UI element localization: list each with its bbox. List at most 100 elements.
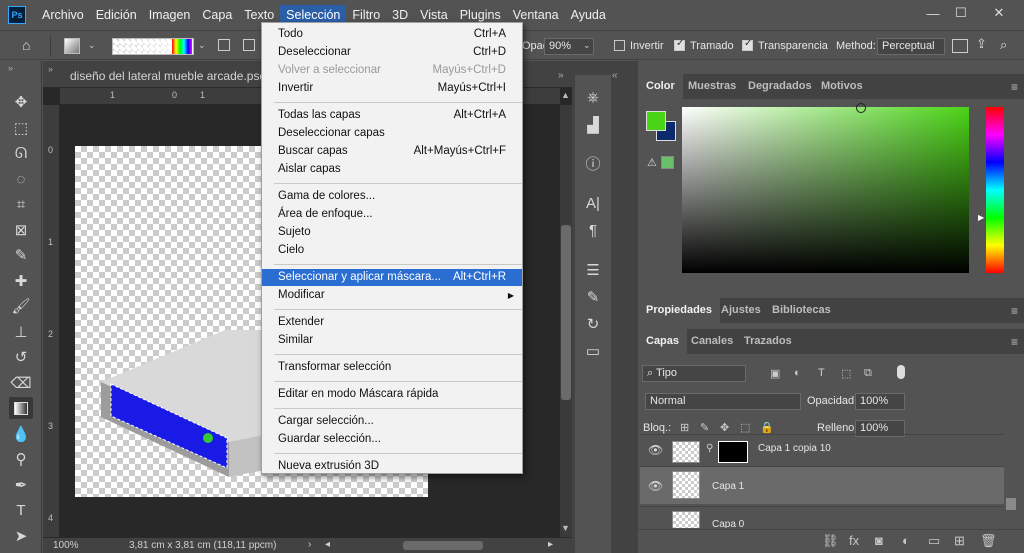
move-tool-icon[interactable]: ✥ [9, 91, 33, 113]
menu-item-buscar-capas[interactable]: Buscar capas Alt+Mayús+Ctrl+F [262, 143, 522, 160]
navigator-icon[interactable]: ⎈ [583, 87, 603, 107]
panel-menu-icon[interactable]: ≡ [1011, 335, 1018, 349]
tab-paths[interactable]: Trazados [744, 329, 792, 354]
menu-item-área-de-enfoque[interactable]: Área de enfoque... [262, 206, 522, 223]
lock-position-icon[interactable]: ✥ [720, 421, 729, 434]
healing-brush-tool-icon[interactable]: ✚ [9, 270, 33, 292]
trash-icon[interactable]: 🗑 [980, 533, 997, 549]
close-icon[interactable]: ✕ [982, 0, 1016, 26]
group-folder-icon[interactable]: ▭ [928, 533, 940, 549]
menu-item-gama-de-colores[interactable]: Gama de colores... [262, 188, 522, 205]
menu-item-similar[interactable]: Similar [262, 332, 522, 349]
tab-color[interactable]: Color [638, 74, 683, 99]
menu-item-extender[interactable]: Extender [262, 314, 522, 331]
menu-item-cielo[interactable]: Cielo [262, 242, 522, 259]
menu-item-aislar-capas[interactable]: Aislar capas [262, 161, 522, 178]
paragraph-icon[interactable]: ¶ [583, 220, 603, 240]
menu-help[interactable]: Ayuda [565, 5, 612, 25]
menu-item-nueva-extrusión-3d[interactable]: Nueva extrusión 3D [262, 458, 522, 475]
layer-filter-select[interactable]: ⌕ Tipo [642, 365, 746, 382]
warning-icon[interactable]: ⚠ [647, 156, 657, 169]
workspace-icon[interactable] [952, 39, 968, 53]
gradient-tool-icon[interactable] [9, 397, 33, 419]
link-layers-icon[interactable]: ⛓ [822, 533, 839, 549]
crop-tool-icon[interactable]: ⌗ [9, 193, 33, 215]
add-mask-icon[interactable]: ◙ [875, 533, 883, 548]
type-filter-icon[interactable]: T [818, 367, 825, 379]
path-selection-tool-icon[interactable]: ➤ [9, 525, 33, 547]
color-picker-handle[interactable] [856, 103, 866, 113]
lock-transparent-icon[interactable]: ⊞ [680, 421, 689, 434]
adjustment-layer-icon[interactable]: ◐ [902, 533, 910, 548]
document-tab[interactable]: diseño del lateral mueble arcade.psd [70, 66, 266, 87]
transparency-checkbox[interactable] [742, 38, 753, 51]
link-icon[interactable]: ⚲ [706, 443, 713, 454]
menu-item-deseleccionar[interactable]: Deseleccionar Ctrl+D [262, 44, 522, 61]
scroll-left-icon[interactable]: ◂ [325, 539, 330, 550]
dodge-tool-icon[interactable]: ⚲ [9, 448, 33, 470]
chevron-down-icon[interactable]: ⌄ [583, 40, 591, 51]
foreground-color-swatch[interactable] [646, 111, 666, 131]
menu-layer[interactable]: Capa [196, 5, 238, 25]
collapse-icon[interactable]: « [612, 70, 618, 81]
scroll-down-icon[interactable]: ▼ [561, 523, 570, 533]
filter-toggle[interactable] [897, 365, 905, 379]
menu-item-guardar-selección[interactable]: Guardar selección... [262, 431, 522, 448]
quick-selection-tool-icon[interactable]: ◌ [9, 168, 33, 190]
layer-mask-thumbnail[interactable] [718, 441, 748, 463]
lock-all-icon[interactable]: 🔒 [760, 421, 774, 434]
panel-menu-icon[interactable]: ≡ [1011, 80, 1018, 94]
tab-channels[interactable]: Canales [691, 329, 733, 354]
linear-gradient-icon[interactable] [218, 39, 230, 51]
smart-object-filter-icon[interactable]: ⧉ [864, 367, 872, 380]
menu-item-editar-en-modo-máscara-rápida[interactable]: Editar en modo Máscara rápida [262, 386, 522, 403]
visibility-eye-icon[interactable]: 👁 [648, 479, 663, 493]
layer-name[interactable]: Capa 1 [712, 481, 744, 492]
scroll-right-icon[interactable]: ▸ [548, 539, 553, 550]
collapse-icon[interactable]: » [48, 64, 53, 74]
history-brush-tool-icon[interactable]: ↺ [9, 346, 33, 368]
clone-stamp-tool-icon[interactable]: ⊥ [9, 321, 33, 343]
layer-name[interactable]: Capa 0 [712, 519, 744, 528]
tab-gradients[interactable]: Degradados [748, 74, 812, 99]
menu-file[interactable]: Archivo [36, 5, 90, 25]
menu-item-seleccionar-y-aplicar-máscara[interactable]: Seleccionar y aplicar máscara... Alt+Ctrl… [262, 269, 522, 286]
fx-icon[interactable]: fx [849, 533, 859, 548]
adjustment-filter-icon[interactable]: ◐ [794, 367, 801, 379]
lock-pixels-icon[interactable]: ✎ [700, 421, 709, 434]
panel-menu-icon[interactable]: ≡ [1011, 304, 1018, 318]
histogram-icon[interactable]: ▟ [583, 115, 603, 135]
actions-icon[interactable]: ↻ [583, 314, 603, 334]
lasso-tool-icon[interactable]: ᘏ [9, 142, 33, 164]
share-icon[interactable]: ⇪ [976, 36, 987, 52]
eyedropper-tool-icon[interactable]: ✎ [9, 244, 33, 266]
color-field[interactable] [682, 107, 969, 273]
type-tool-icon[interactable]: T [9, 499, 33, 521]
menu-item-invertir[interactable]: Invertir Mayús+Ctrl+I [262, 80, 522, 97]
tab-layers[interactable]: Capas [638, 329, 688, 354]
horizontal-scrollbar-thumb[interactable] [403, 541, 483, 550]
shape-filter-icon[interactable]: ⬚ [841, 367, 851, 380]
tab-patterns[interactable]: Motivos [821, 74, 863, 99]
vertical-scrollbar-thumb[interactable] [561, 225, 571, 400]
invert-checkbox[interactable] [614, 40, 625, 51]
tab-swatches[interactable]: Muestras [688, 74, 736, 99]
web-safe-swatch[interactable] [661, 156, 674, 169]
new-layer-icon[interactable]: ⊞ [954, 533, 965, 549]
frame-tool-icon[interactable]: ⊠ [9, 219, 33, 241]
layer-name[interactable]: Capa 1 copia 10 [758, 443, 831, 454]
menu-item-todo[interactable]: Todo Ctrl+A [262, 26, 522, 43]
tab-properties[interactable]: Propiedades [638, 298, 721, 323]
properties-icon[interactable]: ☰ [583, 260, 603, 280]
menu-item-cargar-selección[interactable]: Cargar selección... [262, 413, 522, 430]
tab-libraries[interactable]: Bibliotecas [772, 298, 831, 323]
hue-slider-handle[interactable]: ▶ [978, 213, 984, 222]
pen-tool-icon[interactable]: ✒ [9, 474, 33, 496]
menu-item-transformar-selección[interactable]: Transformar selección [262, 359, 522, 376]
menu-image[interactable]: Imagen [143, 5, 197, 25]
notes-icon[interactable]: ✎ [583, 287, 603, 307]
menu-item-todas-las-capas[interactable]: Todas las capas Alt+Ctrl+A [262, 107, 522, 124]
tab-adjustments[interactable]: Ajustes [721, 298, 761, 323]
visibility-eye-icon[interactable]: 👁 [648, 443, 663, 457]
lock-artboard-icon[interactable]: ⬚ [740, 421, 750, 434]
